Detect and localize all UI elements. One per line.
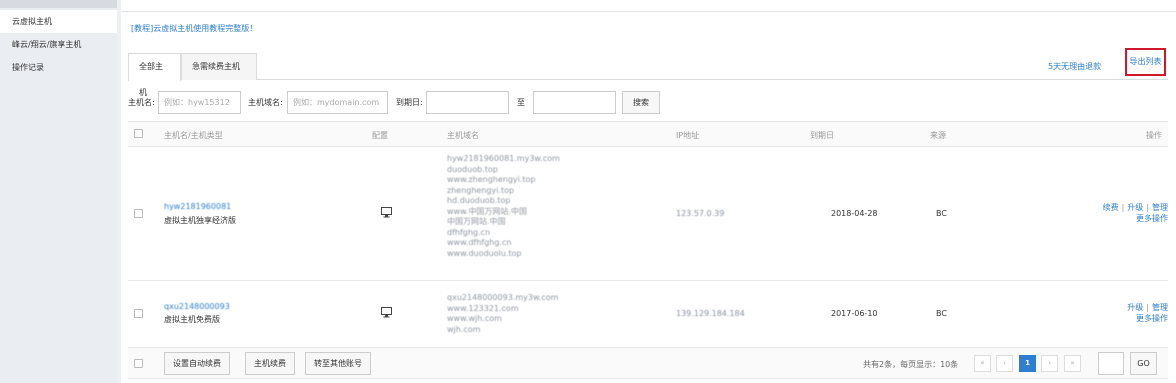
auto-renew-button[interactable]: 设置自动续费 — [164, 352, 230, 375]
domain-item: wjh.com — [447, 324, 481, 334]
pager-last-button[interactable]: » — [1064, 355, 1081, 372]
header-host: 主机名/主机类型 — [164, 131, 223, 140]
more-actions-link[interactable]: 更多操作 — [1136, 214, 1168, 223]
domain-item: www.中国万网站.中国 — [447, 206, 527, 216]
page-number-input[interactable] — [1098, 352, 1124, 375]
domain-item: www.wjh.com — [447, 314, 502, 323]
domain-item: qxu2148000093.my3w.com — [447, 293, 559, 302]
ip-address: 123.57.0.39 — [676, 209, 725, 218]
host-name-link[interactable]: hyw2181960081 — [164, 202, 231, 211]
expire-date: 2017-06-10 — [831, 309, 878, 318]
manage-link[interactable]: 管理 — [1152, 303, 1168, 312]
domain-item: www.dfhfghg.cn — [447, 238, 512, 247]
header-actions: 操作 — [1146, 131, 1162, 140]
domain-item: hd.duoduob.top — [447, 196, 511, 205]
monitor-icon[interactable] — [381, 307, 392, 318]
row-checkbox[interactable] — [134, 209, 143, 218]
tutorial-notice[interactable]: [教程]云虚拟主机使用教程完整版！ — [121, 12, 1176, 46]
domain-item: www.123321.com — [447, 303, 519, 313]
domain-item: dfhfghg.cn — [447, 227, 491, 237]
to-label: 至 — [517, 98, 525, 107]
upgrade-link[interactable]: 升级 — [1127, 303, 1143, 312]
header-ip: IP地址 — [676, 131, 700, 140]
table-row: hyw2181960081 虚拟主机独享经济版 hyw2181960081.my… — [128, 147, 1168, 281]
domain-item: hyw2181960081.my3w.com — [447, 154, 560, 163]
table-row: qxu2148000093 虚拟主机免费版 qxu2148000093.my3w… — [128, 281, 1168, 348]
domain-item: 中国万网站.中国 — [447, 217, 506, 226]
host-type: 虚拟主机免费版 — [164, 315, 220, 324]
sidebar-header — [0, 0, 117, 8]
sidebar: 云虚拟主机 峰云/翔云/旗享主机 操作记录 — [0, 0, 117, 383]
hosts-table: 主机名/主机类型 配置 主机域名 IP地址 到期日 来源 操作 hyw21819… — [128, 121, 1168, 379]
host-name-input[interactable] — [158, 91, 241, 114]
host-type: 虚拟主机独享经济版 — [164, 216, 236, 225]
main-panel: [教程]云虚拟主机使用教程完整版！ 全部主机 急需续费主机 5天无理由退款 导出… — [121, 0, 1176, 383]
pager-prev-button[interactable]: ‹ — [996, 355, 1013, 372]
monitor-icon[interactable] — [381, 207, 392, 218]
header-source: 来源 — [930, 131, 946, 140]
table-header: 主机名/主机类型 配置 主机域名 IP地址 到期日 来源 操作 — [128, 121, 1168, 147]
pagination-summary: 共有2条，每页显示：10条 — [863, 360, 959, 369]
tab-all-hosts[interactable]: 全部主机 — [128, 53, 181, 97]
renew-link[interactable]: 续费 — [1103, 203, 1119, 212]
header-expire: 到期日 — [810, 131, 834, 140]
sidebar-item-cloud-host[interactable]: 峰云/翔云/旗享主机 — [0, 33, 117, 56]
table-footer: 设置自动续费 主机续费 转至其他账号 共有2条，每页显示：10条 « ‹ 1 ›… — [128, 348, 1168, 379]
host-name-label: 主机名: — [128, 98, 155, 107]
tab-renewal-needed[interactable]: 急需续费主机 — [181, 53, 257, 80]
sidebar-item-virtual-host[interactable]: 云虚拟主机 — [0, 10, 117, 33]
source: BC — [936, 209, 947, 218]
source: BC — [936, 309, 947, 318]
row-checkbox[interactable] — [134, 309, 143, 318]
refund-link[interactable]: 5天无理由退款 — [1048, 53, 1101, 80]
expire-date: 2018-04-28 — [831, 209, 878, 218]
host-renew-button[interactable]: 主机续费 — [245, 352, 295, 375]
row-actions: 续费 | 升级 | 管理 更多操作 — [1102, 203, 1168, 223]
expire-end-input[interactable] — [533, 91, 616, 114]
sidebar-item-operation-log[interactable]: 操作记录 — [0, 56, 117, 79]
host-domain-input[interactable] — [287, 91, 388, 114]
pager-first-button[interactable]: « — [974, 355, 991, 372]
domain-item: duoduob.top — [447, 164, 498, 174]
search-button[interactable]: 搜索 — [622, 91, 660, 114]
ip-address: 139.129.184.184 — [676, 309, 745, 318]
domain-list: hyw2181960081.my3w.com duoduob.top www.z… — [447, 154, 560, 259]
filter-bar: 主机名: 主机域名: 到期日: 至 搜索 — [128, 91, 1168, 114]
domain-list: qxu2148000093.my3w.com www.123321.com ww… — [447, 293, 558, 335]
more-actions-link[interactable]: 更多操作 — [1136, 314, 1168, 323]
domain-item: zhenghengyi.top — [447, 185, 515, 195]
row-actions: 升级 | 管理 更多操作 — [1127, 303, 1168, 323]
manage-link[interactable]: 管理 — [1152, 203, 1168, 212]
footer-select-all-checkbox[interactable] — [134, 359, 143, 368]
transfer-account-button[interactable]: 转至其他账号 — [305, 352, 371, 375]
host-domain-label: 主机域名: — [248, 98, 283, 107]
export-list-button[interactable]: 导出列表 — [1125, 48, 1166, 76]
expire-start-input[interactable] — [426, 91, 509, 114]
expire-label: 到期日: — [396, 98, 423, 107]
host-name-link[interactable]: qxu2148000093 — [164, 302, 230, 311]
go-button[interactable]: GO — [1130, 352, 1157, 375]
top-divider — [121, 0, 1176, 12]
select-all-checkbox[interactable] — [134, 129, 143, 138]
domain-item: www.zhenghengyi.top — [447, 175, 536, 184]
header-config: 配置 — [372, 131, 388, 140]
pager-next-button[interactable]: › — [1041, 355, 1058, 372]
pager-page-1[interactable]: 1 — [1019, 355, 1036, 372]
domain-item: www.duoduolu.top — [447, 248, 522, 258]
header-domain: 主机域名 — [447, 131, 479, 140]
tabs-bar: 全部主机 急需续费主机 5天无理由退款 导出列表 — [128, 48, 1168, 97]
upgrade-link[interactable]: 升级 — [1127, 203, 1143, 212]
